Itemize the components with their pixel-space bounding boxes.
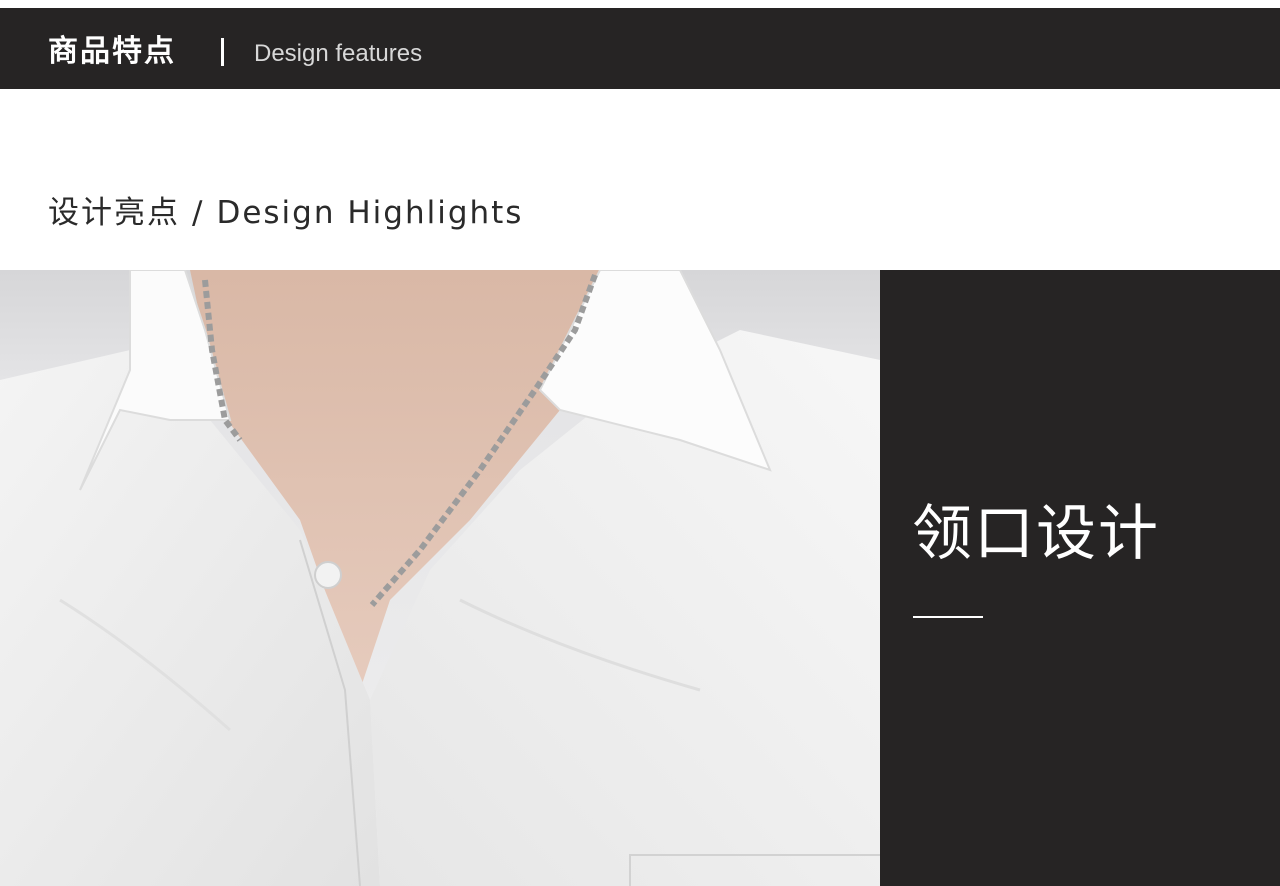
section-heading-en: Design Highlights [216, 195, 524, 231]
header-bar: 商品特点 Design features [0, 8, 1280, 89]
section-heading-cn: 设计亮点 [48, 195, 180, 231]
header-title-cn: 商品特点 [48, 34, 176, 69]
feature-title-underline [913, 616, 983, 618]
shirt-button [314, 561, 342, 589]
header-title-en: Design features [254, 40, 423, 67]
feature-caption-panel: 领口设计 [880, 270, 1280, 886]
section-heading-separator: / [192, 195, 205, 231]
section-heading: 设计亮点 / Design Highlights [48, 190, 523, 236]
header-divider [221, 38, 224, 66]
feature-title: 领口设计 [912, 499, 1160, 569]
product-photo [0, 270, 880, 886]
product-detail-page: 商品特点 Design features 设计亮点 / Design Highlig… [0, 0, 1280, 886]
